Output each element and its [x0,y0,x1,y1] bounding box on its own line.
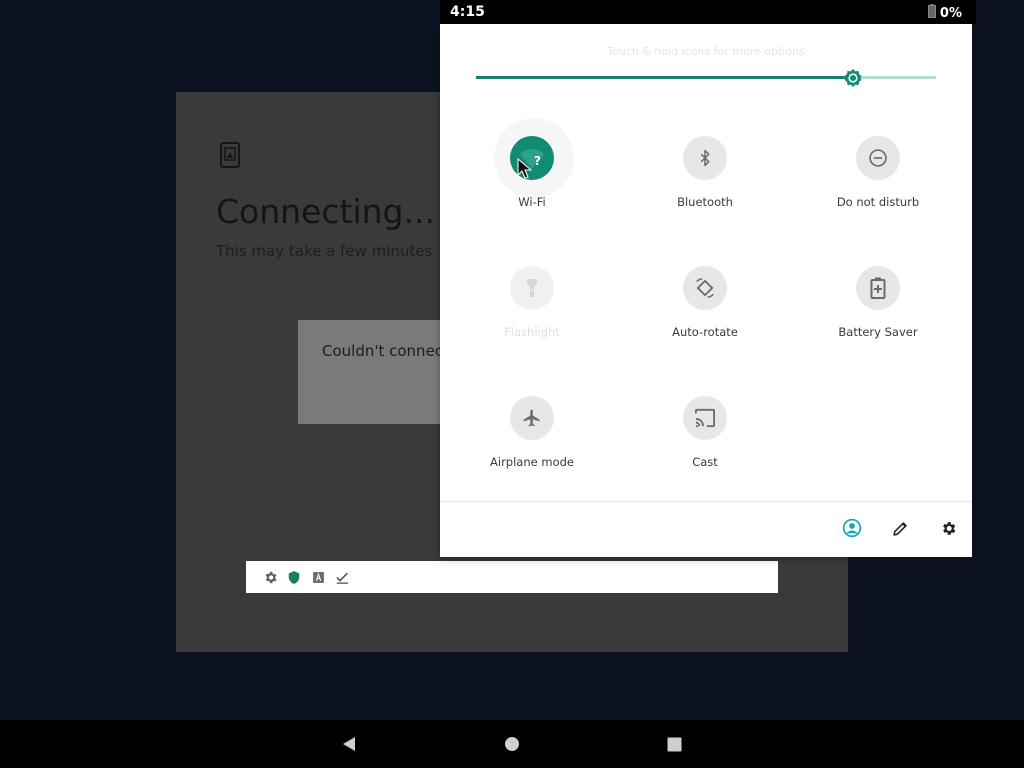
battery-indicator: 0% [927,4,962,22]
text-icon[interactable] [310,569,326,585]
brightness-slider[interactable] [476,67,936,89]
clock: 4:15 [450,4,485,20]
brightness-track-filled[interactable] [476,76,853,79]
home-icon[interactable] [502,734,522,754]
error-dialog-text: Couldn't connect [322,342,449,360]
brightness-thumb[interactable] [842,67,864,89]
bluetooth-icon[interactable] [683,136,727,180]
tile-flashlight: Flashlight [447,254,617,364]
shield-icon[interactable] [286,569,302,585]
tile-label: Auto-rotate [672,325,738,339]
checklist-icon[interactable] [334,569,350,585]
quick-settings-panel: Touch & hold icons for more options ? Wi… [440,24,972,557]
tile-bluetooth[interactable]: Bluetooth [620,124,790,234]
tile-label: Do not disturb [836,195,920,209]
svg-text:?: ? [534,154,541,168]
airplane-icon[interactable] [510,396,554,440]
edit-icon[interactable] [888,516,912,540]
brightness-track-empty[interactable] [853,76,936,79]
wifi-icon[interactable]: ? [510,136,554,180]
quick-settings-hint: Touch & hold icons for more options [607,45,805,58]
tile-label: Battery Saver [838,325,918,339]
tile-do-not-disturb[interactable]: Do not disturb [793,124,963,234]
tile-label: Airplane mode [490,455,574,469]
navigation-bar [0,720,1024,768]
recents-icon[interactable] [664,734,684,754]
back-icon[interactable] [339,734,359,754]
bottom-toolbar [246,561,778,593]
flashlight-icon [510,266,554,310]
gear-icon[interactable] [262,569,278,585]
auto-rotate-icon[interactable] [683,266,727,310]
battery-percent: 0% [939,5,962,21]
do-not-disturb-icon[interactable] [856,136,900,180]
tile-airplane-mode[interactable]: Airplane mode [447,384,617,494]
tile-label: Bluetooth [677,195,733,209]
tile-cast[interactable]: Cast [620,384,790,494]
status-bar: 4:15 0% [440,0,976,24]
screen: Connecting... This may take a few minute… [0,0,1024,768]
cast-icon[interactable] [683,396,727,440]
connecting-title: Connecting... [216,192,435,231]
tile-auto-rotate[interactable]: Auto-rotate [620,254,790,364]
tile-label: Wi-Fi [518,195,546,209]
settings-icon[interactable] [936,516,960,540]
battery-icon [927,4,936,22]
tile-wifi[interactable]: ? Wi-Fi [447,124,617,234]
tile-label: Cast [692,455,718,469]
user-icon[interactable] [840,516,864,540]
footer-divider [440,501,972,502]
battery-saver-icon[interactable] [856,266,900,310]
tile-label: Flashlight [504,325,560,339]
brightness-icon [844,68,862,88]
phone-icon [220,142,240,168]
connecting-subtitle: This may take a few minutes [216,242,433,260]
tile-battery-saver[interactable]: Battery Saver [793,254,963,364]
